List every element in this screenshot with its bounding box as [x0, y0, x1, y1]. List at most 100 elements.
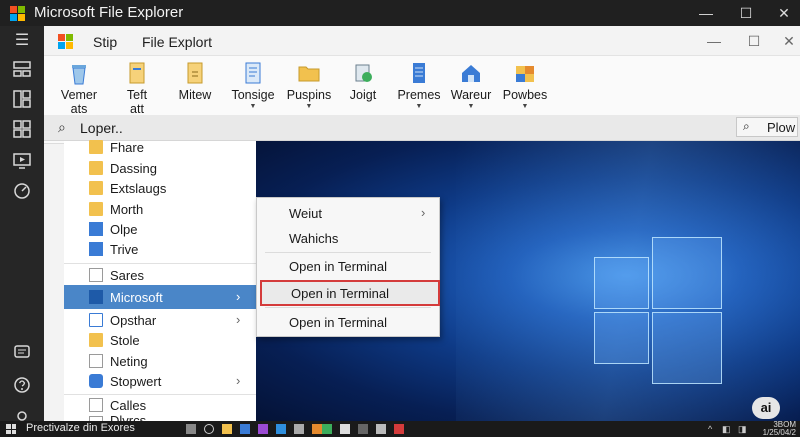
taskbar-app-icon[interactable]	[376, 424, 386, 434]
chevron-right-icon: ›	[236, 373, 241, 388]
nav-item-dassing[interactable]: Dassing	[64, 158, 256, 179]
ribbon-button-powbes[interactable]: Powbes ▼	[496, 60, 554, 112]
menu-stip[interactable]: Stip	[93, 34, 117, 50]
apps-icon[interactable]	[11, 120, 33, 142]
nav-item-stole[interactable]: Stole	[64, 330, 256, 351]
search-icon: ⌕	[58, 119, 66, 135]
folder-icon	[89, 161, 103, 175]
clock-icon[interactable]	[11, 182, 33, 204]
taskbar-app-icon[interactable]	[340, 424, 350, 434]
monitor-icon[interactable]	[11, 152, 33, 174]
menu-icon[interactable]: ☰	[11, 30, 33, 52]
layout-icon[interactable]	[11, 90, 33, 112]
grid-icon[interactable]	[11, 60, 33, 82]
file-icon	[182, 60, 208, 86]
status-text: Prectivalze din Exores	[26, 422, 135, 434]
taskbar-app-icon[interactable]	[258, 424, 268, 434]
taskbar-app-icon[interactable]	[394, 424, 404, 434]
nav-item-opsthar[interactable]: Opsthar ›	[64, 310, 256, 331]
close-button[interactable]: ✕	[764, 3, 800, 23]
inner-title-bar: Stip File Explort — ☐ ✕	[44, 26, 800, 56]
nav-divider	[64, 263, 256, 264]
properties-icon	[406, 60, 432, 86]
taskbar-app-icon[interactable]	[240, 424, 250, 434]
folder-icon	[89, 313, 103, 327]
drive-icon	[89, 222, 103, 236]
windows-logo-pane	[652, 312, 722, 384]
clock[interactable]: 3BOM 1/25/04/2	[756, 421, 796, 437]
minimize-button[interactable]: —	[686, 3, 726, 23]
window-title: Microsoft File Explorer	[34, 4, 184, 21]
ribbon-button-wareur[interactable]: Wareur ▼	[442, 60, 500, 112]
ribbon-button-premes[interactable]: Premes ▼	[390, 60, 448, 112]
folder-icon	[89, 140, 103, 154]
folder-icon[interactable]	[222, 424, 232, 434]
chevron-right-icon: ›	[236, 312, 241, 327]
ribbon-button-joigt[interactable]: Joigt	[334, 60, 392, 102]
inner-close-button[interactable]: ✕	[779, 31, 799, 51]
ribbon-button-mitew[interactable]: Mitew	[166, 60, 224, 102]
screen: Microsoft File Explorer — ☐ ✕ ☰ Stip Fil…	[0, 0, 800, 437]
taskbar-app-icon[interactable]	[294, 424, 304, 434]
context-item-weiut[interactable]: Weiut ›	[257, 200, 439, 226]
taskbar-app-icon[interactable]	[312, 424, 322, 434]
drive-icon	[89, 242, 103, 256]
share-icon	[350, 60, 376, 86]
chat-icon[interactable]	[11, 344, 33, 366]
inner-minimize-button[interactable]: —	[704, 31, 724, 51]
ribbon-button-tonsige[interactable]: Tonsige ▼	[224, 60, 282, 112]
help-icon[interactable]	[11, 376, 33, 398]
maximize-button[interactable]: ☐	[726, 3, 766, 23]
outer-title-bar: Microsoft File Explorer — ☐ ✕	[0, 0, 800, 26]
nav-item-dlvrcs[interactable]: Dlvrcs	[64, 413, 256, 421]
search-button[interactable]: ⌕ Plow	[736, 117, 798, 137]
recycle-bin-icon	[66, 60, 92, 86]
nav-item-olpe[interactable]: Olpe	[64, 219, 256, 240]
document-folder-icon	[124, 60, 150, 86]
nav-item-neting[interactable]: Neting	[64, 351, 256, 372]
microsoft-icon	[89, 290, 103, 304]
nav-item-trive[interactable]: Trive	[64, 239, 256, 260]
puzzle-icon	[512, 60, 538, 86]
context-item-open-in-terminal[interactable]: Open in Terminal	[257, 309, 439, 335]
search-icon[interactable]	[204, 424, 214, 434]
ribbon-button-teft[interactable]: Teft att	[108, 60, 166, 116]
folder-icon	[89, 333, 103, 347]
home-icon	[458, 60, 484, 86]
ribbon-button-puspins[interactable]: Puspins ▼	[280, 60, 338, 112]
nav-item-stopwert[interactable]: Stopwert ›	[64, 371, 256, 392]
notes-icon	[240, 60, 266, 86]
search-input[interactable]: Loper..	[80, 120, 123, 136]
inner-maximize-button[interactable]: ☐	[744, 31, 764, 51]
context-divider	[265, 307, 431, 308]
windows-logo-pane	[594, 257, 649, 309]
start-icon[interactable]	[6, 424, 16, 434]
folder-icon	[296, 60, 322, 86]
folder-icon	[89, 181, 103, 195]
taskbar-app-icon[interactable]	[186, 424, 196, 434]
windows-logo-pane	[652, 237, 722, 309]
context-item-open-in-terminal[interactable]: Open in Terminal	[257, 253, 439, 279]
ribbon-button-vemer[interactable]: Vemer ats	[50, 60, 108, 116]
nav-item-fhare[interactable]: Fhare	[64, 137, 256, 158]
taskbar: Prectivalze din Exores ^ ◧ ◨ 3BOM 1/25/0…	[0, 421, 800, 437]
context-item-open-in-terminal-highlighted[interactable]: Open in Terminal	[260, 280, 440, 306]
context-item-wahichs[interactable]: Wahichs	[257, 225, 439, 251]
taskbar-app-icon[interactable]	[322, 424, 332, 434]
network-icon[interactable]: ◧	[722, 424, 731, 435]
menu-file-explort[interactable]: File Explort	[142, 34, 212, 50]
nav-item-sares[interactable]: Sares	[64, 265, 256, 286]
ai-badge[interactable]: ai	[752, 397, 780, 419]
document-icon	[89, 398, 103, 412]
magnifier-icon: ⌕	[743, 119, 750, 133]
nav-item-extslaugs[interactable]: Extslaugs	[64, 178, 256, 199]
microsoft-logo-icon	[10, 6, 25, 21]
volume-icon[interactable]: ◨	[738, 424, 747, 435]
taskbar-app-icon[interactable]	[358, 424, 368, 434]
document-icon	[89, 268, 103, 282]
taskbar-app-icon[interactable]	[276, 424, 286, 434]
nav-item-microsoft[interactable]: Microsoft ›	[64, 285, 256, 309]
nav-item-morth[interactable]: Morth	[64, 199, 256, 220]
chevron-right-icon: ›	[236, 289, 241, 304]
chevron-up-icon[interactable]: ^	[708, 424, 712, 434]
